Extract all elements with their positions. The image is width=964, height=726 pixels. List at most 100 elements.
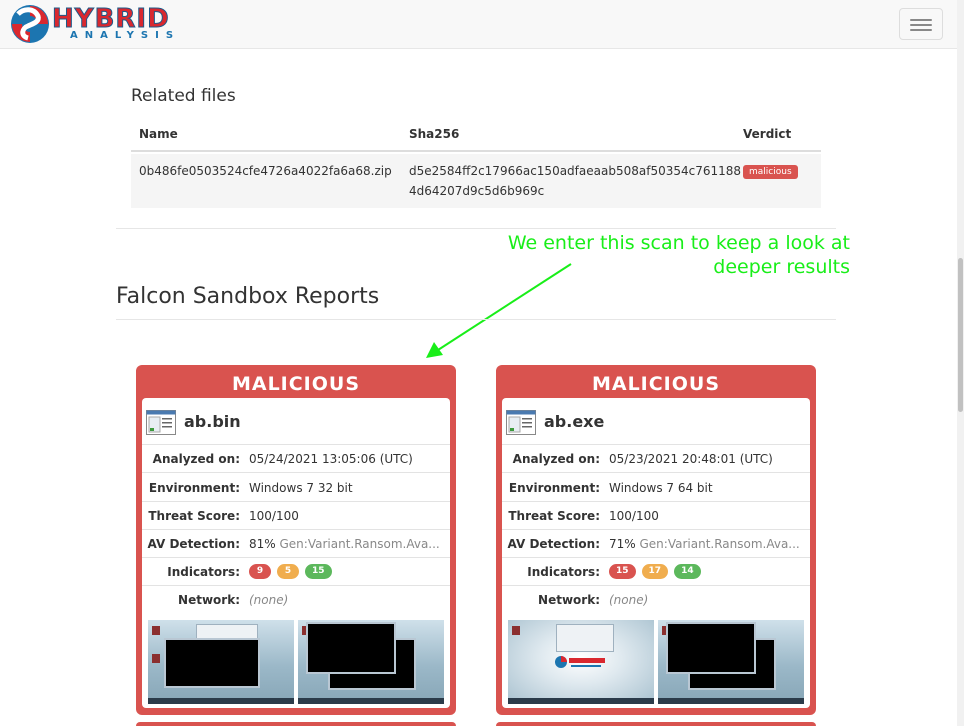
- indicators-row: Indicators: 15 17 14: [502, 558, 810, 586]
- indicators-row: Indicators: 9 5 15: [142, 558, 450, 586]
- threat-score-value: 100/100: [609, 509, 659, 523]
- desktop-icon: [152, 654, 160, 663]
- taskbar: [298, 698, 444, 704]
- indicators-label: Indicators:: [167, 565, 240, 579]
- environment-label: Environment:: [508, 481, 600, 495]
- threat-score-label: Threat Score:: [508, 509, 600, 523]
- av-detection-name: Gen:Variant.Ransom.Ava...: [279, 537, 440, 551]
- executable-file-icon: [146, 410, 176, 435]
- taskbar: [508, 698, 654, 704]
- executable-file-icon: [506, 410, 536, 435]
- environment-row: Environment: Windows 7 32 bit: [142, 474, 450, 502]
- console-window: [306, 622, 396, 674]
- av-detection-row: AV Detection: 81% Gen:Variant.Ransom.Ava…: [142, 530, 450, 558]
- analyzed-on-label: Analyzed on:: [152, 452, 240, 466]
- logo-mark-icon: [11, 5, 49, 43]
- av-detection-percent: 81%: [249, 537, 276, 551]
- av-detection-value: 81% Gen:Variant.Ransom.Ava...: [249, 537, 445, 551]
- av-detection-row: AV Detection: 71% Gen:Variant.Ransom.Ava…: [502, 530, 810, 558]
- threat-score-row: Threat Score: 100/100: [142, 502, 450, 530]
- card-body: ab.exe Analyzed on: 05/23/2021 20:48:01 …: [502, 398, 810, 708]
- hamburger-bar-icon: [910, 19, 932, 21]
- environment-label: Environment:: [148, 481, 240, 495]
- analyzed-on-label: Analyzed on:: [512, 452, 600, 466]
- av-detection-label: AV Detection:: [507, 537, 600, 551]
- network-label: Network:: [178, 593, 240, 607]
- malicious-indicators-badge[interactable]: 15: [609, 564, 636, 579]
- screenshot-thumbnail[interactable]: [148, 620, 294, 704]
- analyzed-on-row: Analyzed on: 05/24/2021 13:05:06 (UTC): [142, 445, 450, 473]
- column-header-sha256: Sha256: [409, 127, 460, 141]
- environment-value: Windows 7 32 bit: [249, 481, 353, 495]
- verdict-badge: malicious: [743, 165, 798, 179]
- hamburger-bar-icon: [910, 24, 932, 26]
- column-header-name: Name: [139, 127, 178, 141]
- annotation-line: deeper results: [713, 256, 850, 278]
- screenshot-thumbnail[interactable]: [298, 620, 444, 704]
- screenshot-thumbnail[interactable]: [508, 620, 654, 704]
- network-value: (none): [249, 593, 289, 607]
- related-file-sha256: d5e2584ff2c17966ac150adfaeaab508af50354c…: [409, 161, 741, 201]
- console-window: [164, 638, 260, 688]
- network-row: Network: (none): [502, 586, 810, 614]
- hybrid-analysis-logo[interactable]: HYBRID ANALYSIS: [8, 3, 178, 47]
- analyzed-on-row: Analyzed on: 05/23/2021 20:48:01 (UTC): [502, 445, 810, 473]
- informative-indicators-badge[interactable]: 14: [674, 564, 701, 579]
- related-files-heading: Related files: [131, 86, 236, 106]
- threat-score-row: Threat Score: 100/100: [502, 502, 810, 530]
- column-header-verdict: Verdict: [743, 127, 792, 141]
- av-detection-label: AV Detection:: [147, 537, 240, 551]
- table-header: Name Sha256 Verdict: [131, 118, 821, 152]
- suspicious-indicators-badge[interactable]: 17: [641, 564, 669, 579]
- page-scrollbar[interactable]: [957, 0, 964, 726]
- analyzed-on-value: 05/23/2021 20:48:01 (UTC): [609, 452, 773, 466]
- report-card-next[interactable]: [496, 722, 816, 726]
- scrollbar-thumb[interactable]: [958, 258, 963, 412]
- related-file-name-link[interactable]: 0b486fe0503524cfe4726a4022fa6a68.zip: [139, 161, 392, 181]
- threat-score-value: 100/100: [249, 509, 299, 523]
- logo-subtext: ANALYSIS: [70, 30, 181, 41]
- annotation-line: We enter this scan to keep a look at: [507, 232, 850, 254]
- file-name-link[interactable]: ab.exe: [544, 412, 604, 431]
- report-card-next[interactable]: [136, 722, 456, 726]
- screenshot-thumbnail[interactable]: [658, 620, 804, 704]
- section-divider: [116, 228, 836, 229]
- malicious-indicators-badge[interactable]: 9: [249, 564, 271, 579]
- card-verdict: MALICIOUS: [591, 373, 721, 395]
- av-detection-value: 71% Gen:Variant.Ransom.Ava...: [609, 537, 805, 551]
- hamburger-menu-button[interactable]: [899, 8, 943, 40]
- file-row[interactable]: ab.bin: [142, 398, 450, 445]
- card-verdict: MALICIOUS: [231, 373, 361, 395]
- falcon-sandbox-reports-heading: Falcon Sandbox Reports: [116, 284, 380, 309]
- card-body: ab.bin Analyzed on: 05/24/2021 13:05:06 …: [142, 398, 450, 708]
- network-row: Network: (none): [142, 586, 450, 614]
- environment-value: Windows 7 64 bit: [609, 481, 713, 495]
- navbar: HYBRID ANALYSIS: [0, 0, 957, 49]
- report-card[interactable]: MALICIOUS ab.exe Analyzed on: 05/23/2021…: [496, 365, 816, 715]
- network-value: (none): [609, 593, 649, 607]
- table-row[interactable]: 0b486fe0503524cfe4726a4022fa6a68.zip d5e…: [131, 154, 821, 208]
- indicators-label: Indicators:: [527, 565, 600, 579]
- desktop-icon: [152, 626, 160, 635]
- taskbar: [658, 698, 804, 704]
- annotation-text: We enter this scan to keep a look at dee…: [440, 231, 850, 279]
- suspicious-indicators-badge[interactable]: 5: [277, 564, 299, 579]
- console-window: [666, 622, 756, 674]
- sha256-line: d5e2584ff2c17966ac150adfaeaab508af50354c…: [409, 164, 742, 178]
- file-row[interactable]: ab.exe: [502, 398, 810, 445]
- taskbar: [148, 698, 294, 704]
- file-name-link[interactable]: ab.bin: [184, 412, 241, 431]
- analyzed-on-value: 05/24/2021 13:05:06 (UTC): [249, 452, 413, 466]
- dialog-window: [556, 624, 614, 652]
- network-label: Network:: [538, 593, 600, 607]
- logo-wordmark: HYBRID: [52, 4, 170, 34]
- hamburger-bar-icon: [910, 29, 932, 31]
- informative-indicators-badge[interactable]: 15: [305, 564, 332, 579]
- environment-row: Environment: Windows 7 64 bit: [502, 474, 810, 502]
- report-card[interactable]: MALICIOUS ab.bin Analyzed on: 05/24/2021…: [136, 365, 456, 715]
- desktop-icon: [512, 626, 520, 635]
- section-divider: [116, 319, 836, 320]
- av-detection-percent: 71%: [609, 537, 636, 551]
- threat-score-label: Threat Score:: [148, 509, 240, 523]
- indicators-value: 9 5 15: [249, 564, 445, 579]
